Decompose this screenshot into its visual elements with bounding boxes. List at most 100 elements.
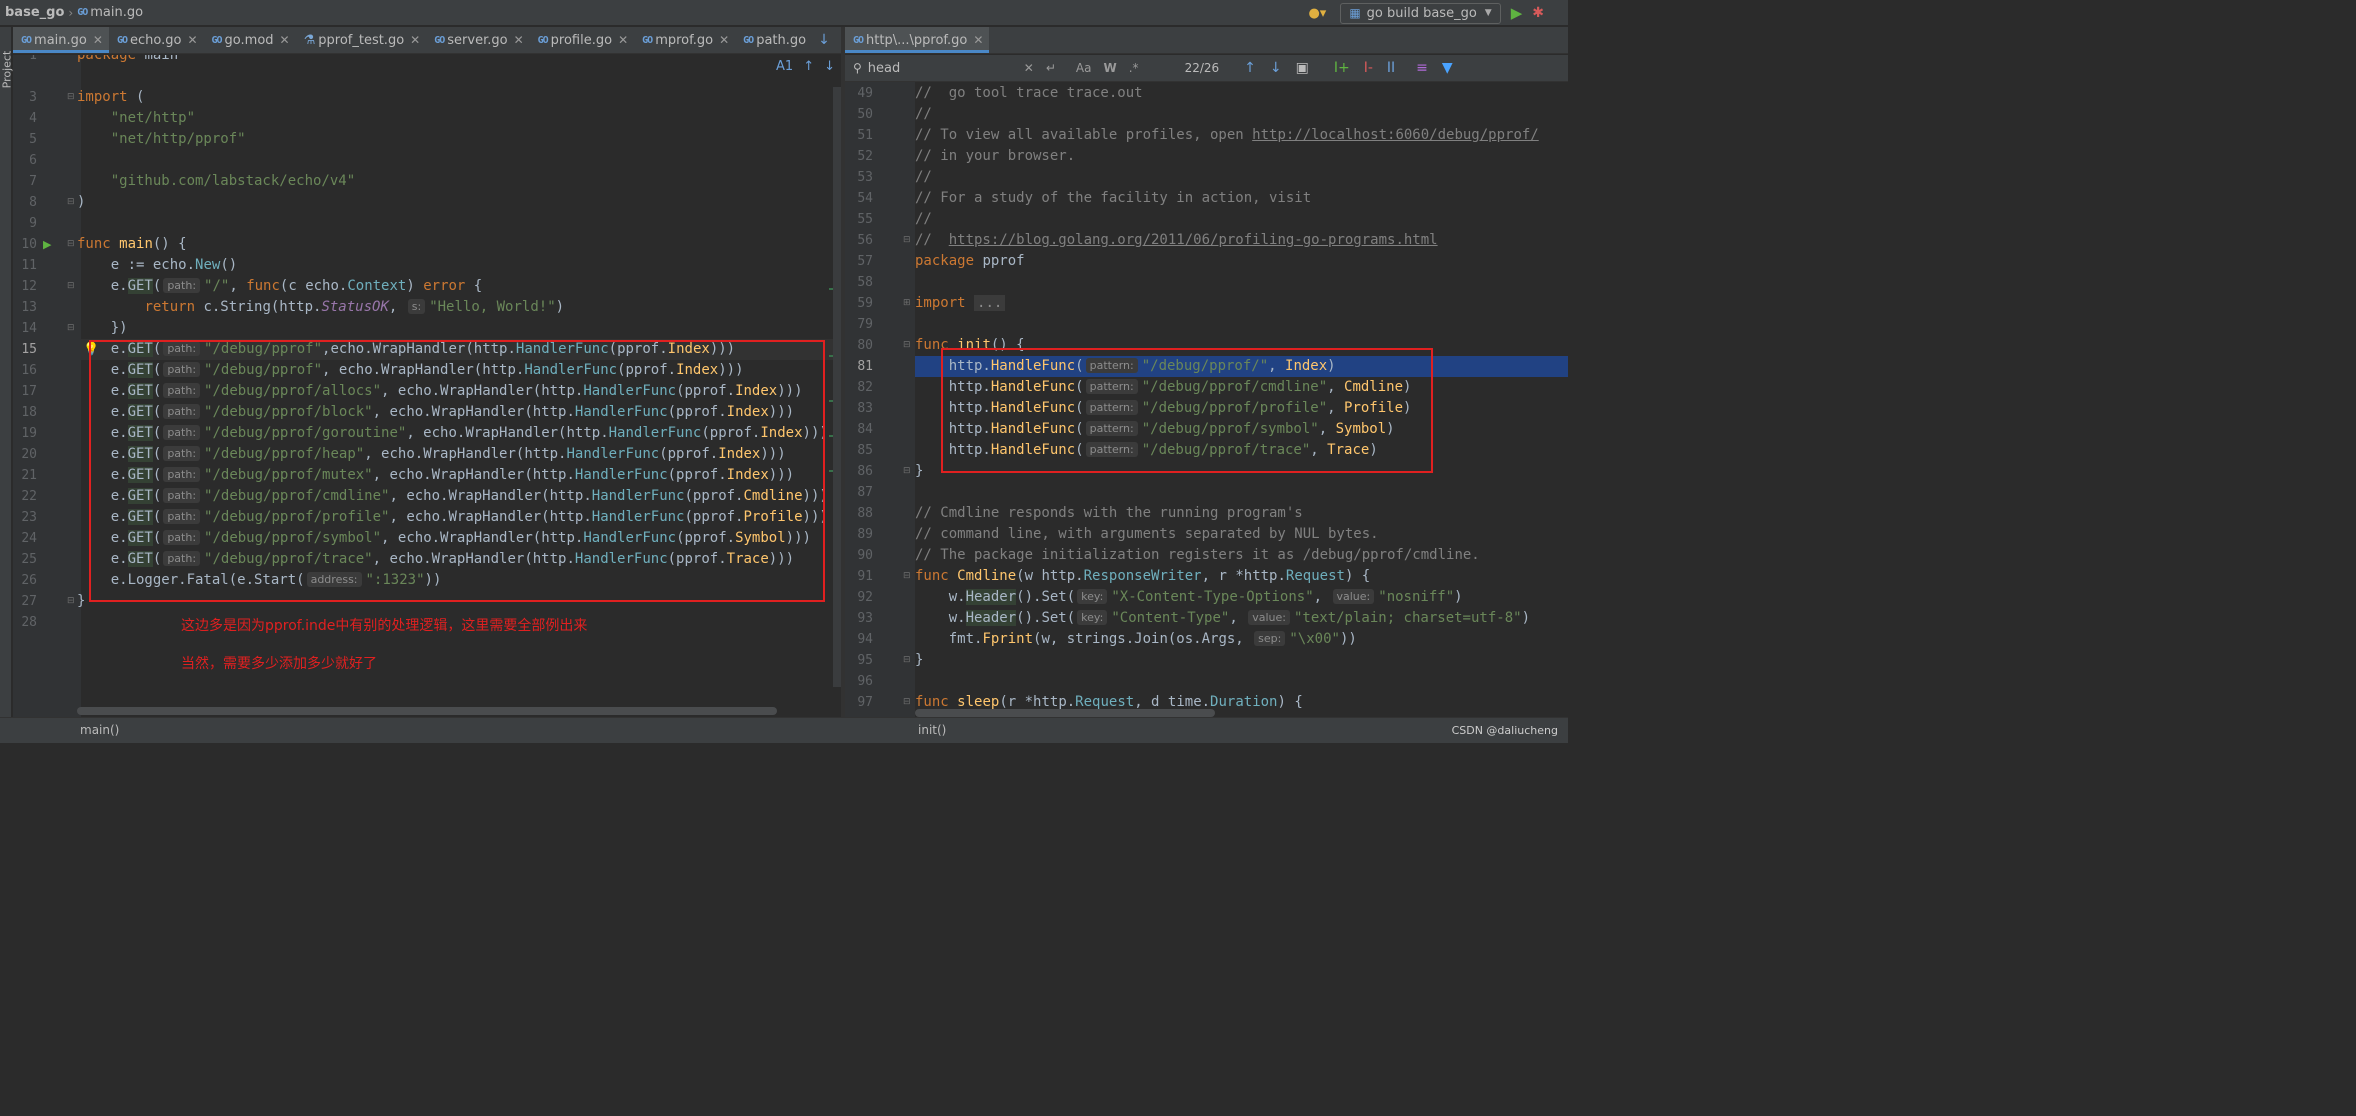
fold-icon[interactable]: ⊟ — [903, 230, 911, 251]
fold-icon[interactable]: ⊟ — [67, 591, 75, 612]
go-file-icon: GO — [116, 34, 128, 46]
remove-occurrence-icon[interactable]: I- — [1364, 60, 1373, 76]
previous-match-icon[interactable]: ↑ — [1244, 60, 1256, 76]
line-number: 57 — [857, 254, 873, 269]
new-line-icon[interactable]: ↵ — [1046, 61, 1056, 75]
code-line: w.Header().Set(key: "Content-Type", value… — [915, 610, 1530, 626]
users-icon[interactable]: ●▾ — [1308, 6, 1326, 21]
run-gutter-icon[interactable]: ▶ — [43, 234, 51, 255]
line-number: 85 — [857, 443, 873, 458]
fold-icon[interactable]: ⊟ — [67, 318, 75, 339]
tab-path-go[interactable]: GO path.go — [735, 27, 812, 53]
code-line: package main — [77, 55, 179, 63]
filter-icon[interactable]: ▼ — [1442, 60, 1453, 76]
fold-icon[interactable]: ⊟ — [903, 650, 911, 671]
more-tabs-icon[interactable]: ↓ — [818, 27, 830, 53]
left-editor[interactable]: 1 3 4 5 6 7 8 9 10 11 12 13 14 15 16 17 … — [13, 55, 841, 717]
fold-icon[interactable]: ⊟ — [67, 87, 75, 108]
test-file-icon: ⚗ — [303, 32, 316, 48]
fold-icon[interactable]: ⊟ — [903, 335, 911, 356]
code-line: // in your browser. — [915, 148, 1076, 164]
search-icon[interactable]: ⚲ — [853, 61, 862, 75]
run-icon[interactable]: ▶ — [1511, 4, 1523, 22]
close-icon[interactable]: ✕ — [93, 33, 103, 47]
line-number: 7 — [29, 174, 37, 189]
fold-icon[interactable]: ⊟ — [67, 192, 75, 213]
select-all-occurrences-icon[interactable]: II — [1387, 60, 1395, 76]
vertical-scrollbar[interactable] — [833, 87, 841, 687]
project-tool-window-button[interactable]: Project — [0, 51, 13, 89]
go-file-icon: GO — [642, 34, 653, 46]
tab-pprof-go[interactable]: GO http\...\pprof.go ✕ — [845, 27, 990, 53]
close-icon[interactable]: ✕ — [973, 33, 983, 47]
line-number: 53 — [857, 170, 873, 185]
line-number: 96 — [857, 674, 873, 689]
arrow-down-icon[interactable]: ↓ — [824, 59, 835, 74]
line-number: 26 — [21, 573, 37, 588]
search-input[interactable]: head — [868, 61, 1018, 76]
fold-icon[interactable]: ⊟ — [67, 276, 75, 297]
filter-search-icon[interactable]: ▣ — [1296, 60, 1309, 76]
run-configuration-select[interactable]: ▦ go build base_go ▼ — [1340, 2, 1501, 24]
show-filter-popup-icon[interactable]: ≡ — [1416, 60, 1428, 76]
go-file-icon: GO — [743, 34, 754, 46]
code-line: // To view all available profiles, open … — [915, 127, 1539, 143]
line-number: 83 — [857, 401, 873, 416]
go-file-icon: GO — [434, 34, 445, 46]
code-line: // For a study of the facility in action… — [915, 190, 1312, 206]
line-number: 54 — [857, 191, 873, 206]
parameter-hint: key: — [1077, 610, 1108, 625]
match-case-toggle[interactable]: Aa — [1076, 61, 1092, 75]
horizontal-scrollbar[interactable] — [77, 707, 777, 715]
regex-toggle[interactable]: .* — [1129, 61, 1139, 75]
tab-main-go[interactable]: GO main.go ✕ — [13, 27, 109, 53]
code-line: func main() { — [77, 236, 187, 252]
breadcrumb-project[interactable]: base_go — [5, 5, 64, 20]
tab-profile-go[interactable]: GO profile.go ✕ — [530, 27, 635, 53]
line-number: 97 — [857, 695, 873, 710]
fold-icon[interactable]: ⊟ — [903, 461, 911, 482]
breadcrumb-file[interactable]: main.go — [90, 5, 143, 20]
tab-go-mod[interactable]: GO go.mod ✕ — [204, 27, 296, 53]
breadcrumb-function[interactable]: main() — [80, 723, 119, 737]
horizontal-scrollbar[interactable] — [915, 709, 1215, 717]
line-number: 16 — [21, 363, 37, 378]
line-number: 56 — [857, 233, 873, 248]
next-match-icon[interactable]: ↓ — [1270, 60, 1282, 76]
debug-icon[interactable]: ✱ — [1532, 5, 1544, 21]
close-icon[interactable]: ✕ — [514, 33, 524, 47]
code-line: func Cmdline(w http.ResponseWriter, r *h… — [915, 568, 1371, 584]
close-icon[interactable]: ✕ — [187, 33, 197, 47]
close-icon[interactable]: ✕ — [719, 33, 729, 47]
tab-server-go[interactable]: GO server.go ✕ — [426, 27, 529, 53]
add-occurrence-icon[interactable]: I+ — [1334, 60, 1350, 76]
tab-echo-go[interactable]: GO echo.go ✕ — [109, 27, 204, 53]
line-number: 15 — [21, 342, 37, 357]
close-icon[interactable]: ✕ — [618, 33, 628, 47]
arrow-up-icon[interactable]: ↑ — [803, 59, 814, 74]
fold-icon[interactable]: ⊟ — [903, 566, 911, 587]
left-editor-tabs: GO main.go ✕ GO echo.go ✕ GO go.mod ✕ ⚗ pprof_t… — [13, 27, 841, 54]
tab-label: main.go — [34, 32, 87, 48]
code-line: "net/http/pprof" — [110, 131, 246, 147]
fold-icon[interactable]: ⊟ — [67, 234, 75, 255]
clear-search-icon[interactable]: ✕ — [1024, 61, 1034, 75]
go-file-icon: GO — [211, 34, 223, 46]
tab-pprof-test-go[interactable]: ⚗ pprof_test.go ✕ — [296, 27, 427, 53]
code-line: // — [915, 211, 932, 227]
code-line: // https://blog.golang.org/2011/06/profi… — [915, 232, 1438, 248]
line-number: 6 — [29, 153, 37, 168]
code-line: } — [915, 463, 924, 479]
breadcrumb-function[interactable]: init() — [918, 723, 946, 737]
right-editor[interactable]: 49 50 51 52 53 54 55 56 57 58 59 79 80 8… — [845, 82, 1568, 717]
line-number: 10 — [21, 237, 37, 252]
line-number: 59 — [857, 296, 873, 311]
fold-icon[interactable]: ⊟ — [903, 692, 911, 713]
tab-mprof-go[interactable]: GO mprof.go ✕ — [634, 27, 735, 53]
close-icon[interactable]: ✕ — [410, 33, 420, 47]
whole-words-toggle[interactable]: W — [1103, 61, 1116, 75]
close-icon[interactable]: ✕ — [280, 33, 290, 47]
fold-icon[interactable]: ⊞ — [903, 293, 911, 314]
inspection-icon[interactable]: A1 — [776, 59, 793, 74]
line-number: 90 — [857, 548, 873, 563]
